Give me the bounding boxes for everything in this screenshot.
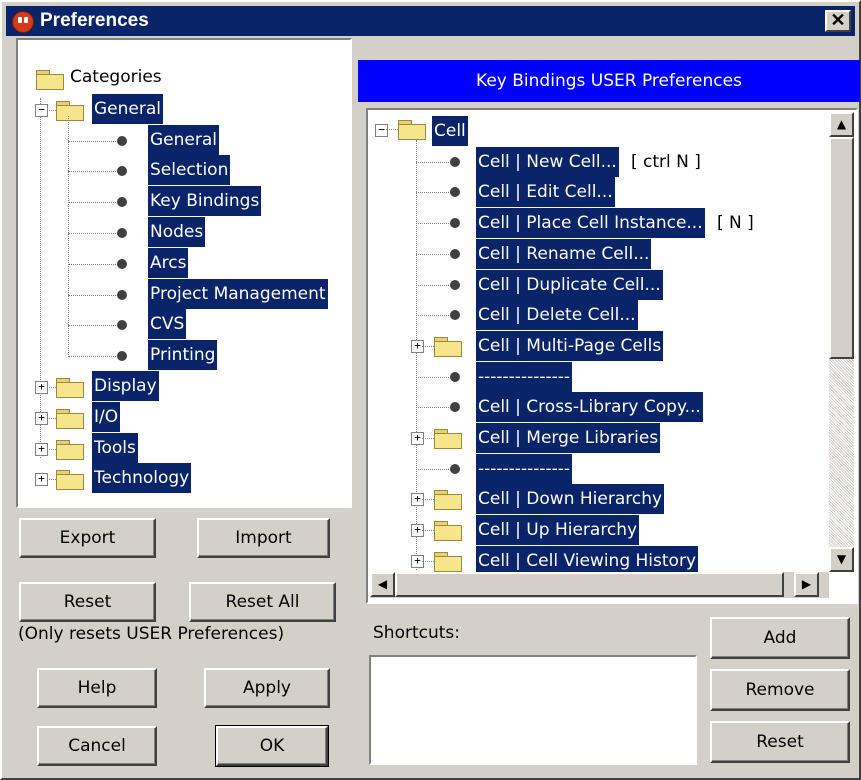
binding-item[interactable]: Cell | Cross-Library Copy... — [476, 392, 703, 423]
preferences-dialog: Preferences ✕ Categories − General General S… — [0, 0, 861, 780]
tree-item-7[interactable]: Printing — [148, 340, 218, 371]
add-shortcut-button[interactable]: Add — [710, 617, 850, 659]
tree-item-4[interactable]: Arcs — [148, 247, 189, 278]
import-button[interactable]: Import — [197, 518, 330, 558]
scroll-down-button[interactable]: ▼ — [829, 547, 854, 572]
binding-group[interactable]: Cell | Cell Viewing History — [476, 545, 699, 572]
shortcuts-label: Shortcuts: — [373, 623, 460, 643]
binding-group[interactable]: Cell | Down Hierarchy — [476, 484, 665, 515]
reset-button[interactable]: Reset — [19, 582, 156, 622]
binding-shortcut: [ ctrl N ] — [631, 151, 701, 172]
bullet-icon — [450, 371, 460, 382]
horizontal-scrollbar[interactable]: ◀ ▶ — [370, 572, 829, 598]
folder-icon — [56, 439, 84, 460]
binding-item[interactable]: --------------- — [476, 453, 573, 484]
remove-shortcut-button[interactable]: Remove — [710, 669, 850, 711]
export-button[interactable]: Export — [19, 518, 156, 558]
tree-group-3[interactable]: Tools — [92, 432, 138, 463]
bullet-icon — [450, 402, 460, 413]
tree-item-1[interactable]: Selection — [148, 155, 231, 186]
tree-root-categories[interactable]: Categories — [70, 62, 162, 92]
expand-icon[interactable]: + — [35, 442, 48, 456]
tree-group-1[interactable]: Display — [92, 371, 159, 401]
ok-button[interactable]: OK — [215, 725, 329, 767]
folder-icon — [434, 551, 462, 572]
tree-group-2[interactable]: I/O — [92, 401, 121, 432]
tree-root-cell[interactable]: Cell — [432, 116, 468, 146]
folder-icon — [434, 429, 462, 449]
scroll-thumb[interactable] — [829, 137, 854, 359]
bullet-icon — [450, 156, 460, 167]
horizontal-scroll-thumb[interactable] — [395, 572, 784, 597]
expand-icon[interactable]: + — [35, 381, 48, 394]
folder-icon — [398, 120, 426, 140]
folder-icon — [56, 100, 84, 121]
panel-header: Key Bindings USER Preferences — [358, 60, 860, 102]
binding-item[interactable]: Cell | Place Cell Instance... — [476, 208, 705, 239]
folder-icon — [36, 70, 64, 90]
binding-item[interactable]: Cell | Rename Cell... — [476, 238, 652, 269]
help-button[interactable]: Help — [37, 668, 157, 708]
tree-item-3[interactable]: Nodes — [148, 217, 206, 247]
bullet-icon — [117, 320, 127, 331]
bullet-icon — [117, 166, 127, 177]
bullet-icon — [117, 135, 127, 146]
cancel-button[interactable]: Cancel — [37, 726, 157, 766]
bullet-icon — [450, 248, 460, 259]
bullet-icon — [117, 197, 127, 208]
bullet-icon — [450, 463, 460, 474]
bullet-icon — [450, 187, 460, 198]
folder-icon — [434, 490, 462, 511]
binding-group[interactable]: Cell | Up Hierarchy — [476, 515, 640, 546]
binding-item[interactable]: Cell | New Cell... — [476, 146, 619, 177]
expand-icon[interactable]: + — [35, 473, 48, 487]
binding-group[interactable]: Cell | Multi-Page Cells — [476, 330, 664, 361]
scroll-right-button[interactable]: ▶ — [794, 572, 819, 597]
tree-item-5[interactable]: Project Management — [148, 278, 328, 309]
tree-item-2[interactable]: Key Bindings — [148, 186, 262, 217]
reset-all-button[interactable]: Reset All — [189, 582, 336, 622]
binding-shortcut: [ N ] — [717, 213, 754, 234]
window-title: Preferences — [40, 10, 149, 31]
bullet-icon — [450, 279, 460, 290]
scroll-up-button[interactable]: ▲ — [829, 112, 854, 137]
key-binding-tree[interactable]: − Cell Cell | New Cell... [ ctrl N ] Cell | … — [366, 108, 858, 604]
shortcuts-list[interactable] — [369, 655, 697, 765]
tree-item-6[interactable]: CVS — [148, 309, 187, 340]
category-tree[interactable]: Categories − General General Selection Key Bi… — [16, 38, 352, 508]
apply-button[interactable]: Apply — [204, 668, 330, 708]
app-icon — [12, 11, 34, 33]
bullet-icon — [117, 351, 127, 362]
collapse-icon[interactable]: − — [375, 124, 388, 137]
folder-icon — [56, 408, 84, 429]
folder-icon — [56, 470, 84, 491]
reset-shortcut-button[interactable]: Reset — [710, 721, 850, 763]
binding-group[interactable]: Cell | Merge Libraries — [476, 423, 661, 453]
folder-icon — [56, 378, 84, 398]
bullet-icon — [117, 228, 127, 238]
binding-item[interactable]: Cell | Delete Cell... — [476, 300, 638, 331]
binding-item[interactable]: --------------- — [476, 361, 573, 392]
binding-item[interactable]: Cell | Duplicate Cell... — [476, 269, 663, 300]
tree-group-0[interactable]: General — [92, 93, 163, 124]
tree-item-0[interactable]: General — [148, 124, 219, 155]
expand-icon[interactable]: + — [35, 411, 48, 425]
bullet-icon — [450, 218, 460, 229]
binding-item[interactable]: Cell | Edit Cell... — [476, 177, 615, 208]
reset-note: (Only resets USER Preferences) — [18, 624, 285, 644]
bullet-icon — [450, 310, 460, 321]
close-button[interactable]: ✕ — [825, 10, 851, 32]
title-bar[interactable]: Preferences ✕ — [6, 6, 855, 36]
collapse-icon[interactable]: − — [35, 103, 48, 117]
folder-icon — [434, 336, 462, 357]
folder-icon — [434, 521, 462, 542]
tree-group-4[interactable]: Technology — [92, 463, 192, 494]
bullet-icon — [117, 289, 127, 300]
scroll-left-button[interactable]: ◀ — [370, 572, 395, 597]
vertical-scrollbar[interactable]: ▲ ▼ — [829, 112, 854, 572]
bullet-icon — [117, 258, 127, 269]
